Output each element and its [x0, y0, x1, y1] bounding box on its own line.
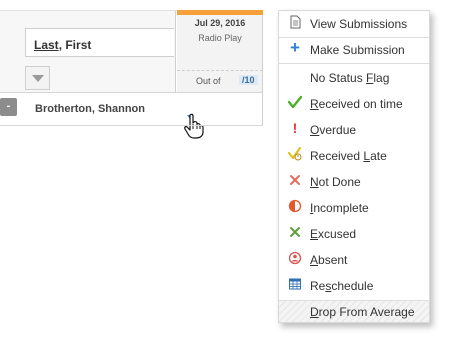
menu-item-not-done[interactable]: Not Done [279, 170, 429, 194]
late-check-icon [287, 146, 302, 161]
x-icon [288, 173, 302, 187]
menu-item-received-late[interactable]: Received Late [279, 144, 429, 168]
x-icon [288, 225, 302, 239]
chevron-down-icon [32, 75, 44, 82]
name-sort-key: Last [34, 38, 59, 52]
menu-item-label: Reschedule [310, 279, 374, 293]
out-of-label: Out of [196, 76, 221, 86]
menu-item-incomplete[interactable]: Incomplete [279, 196, 429, 220]
checkmark-icon [287, 95, 303, 109]
half-circle-icon [288, 199, 302, 213]
menu-item-received-on-time[interactable]: Received on time [279, 92, 429, 116]
menu-item-label: No Status Flag [310, 71, 390, 85]
menu-item-label: Not Done [310, 175, 361, 189]
assignment-date: Jul 29, 2016 [194, 18, 246, 28]
menu-item-view-submissions[interactable]: View Submissions [279, 12, 429, 36]
menu-item-excused[interactable]: Excused [279, 222, 429, 246]
exclamation-icon: ! [292, 120, 298, 136]
menu-separator [279, 63, 429, 64]
menu-item-label: Received on time [310, 97, 403, 111]
assignment-category-accent [177, 10, 263, 15]
menu-item-drop-from-average[interactable]: Drop From Average [279, 300, 429, 322]
assignment-divider [177, 70, 263, 71]
plus-icon: + [290, 38, 300, 57]
menu-item-label: Overdue [310, 123, 357, 137]
menu-item-label: View Submissions [310, 17, 408, 31]
sort-dropdown[interactable] [25, 66, 50, 90]
menu-item-label: Make Submission [310, 43, 405, 57]
menu-item-overdue[interactable]: ! Overdue [279, 118, 429, 142]
name-sort-rest: , First [58, 38, 92, 52]
menu-item-label: Absent [310, 253, 348, 267]
out-of-value[interactable]: /10 [239, 75, 258, 85]
document-icon [288, 15, 302, 29]
collapse-button[interactable]: - [0, 98, 17, 116]
menu-item-label: Drop From Average [310, 305, 415, 319]
menu-item-label: Excused [310, 227, 357, 241]
submission-status-menu: View Submissions + Make Submission No St… [278, 10, 430, 323]
row-divider [0, 125, 263, 126]
menu-item-absent[interactable]: Absent [279, 248, 429, 272]
assignment-title[interactable]: Radio Play [177, 33, 263, 43]
name-sort-header[interactable]: Last, First [25, 28, 174, 57]
menu-item-make-submission[interactable]: + Make Submission [279, 38, 429, 62]
menu-item-reschedule[interactable]: Reschedule [279, 274, 429, 298]
menu-item-label: Received Late [310, 149, 387, 163]
menu-item-no-status[interactable]: No Status Flag [279, 66, 429, 90]
student-name[interactable]: Brotherton, Shannon [35, 103, 145, 115]
calendar-icon [288, 277, 302, 291]
person-circle-icon [288, 251, 302, 265]
menu-item-label: Incomplete [310, 201, 369, 215]
hand-cursor-icon [184, 113, 204, 139]
